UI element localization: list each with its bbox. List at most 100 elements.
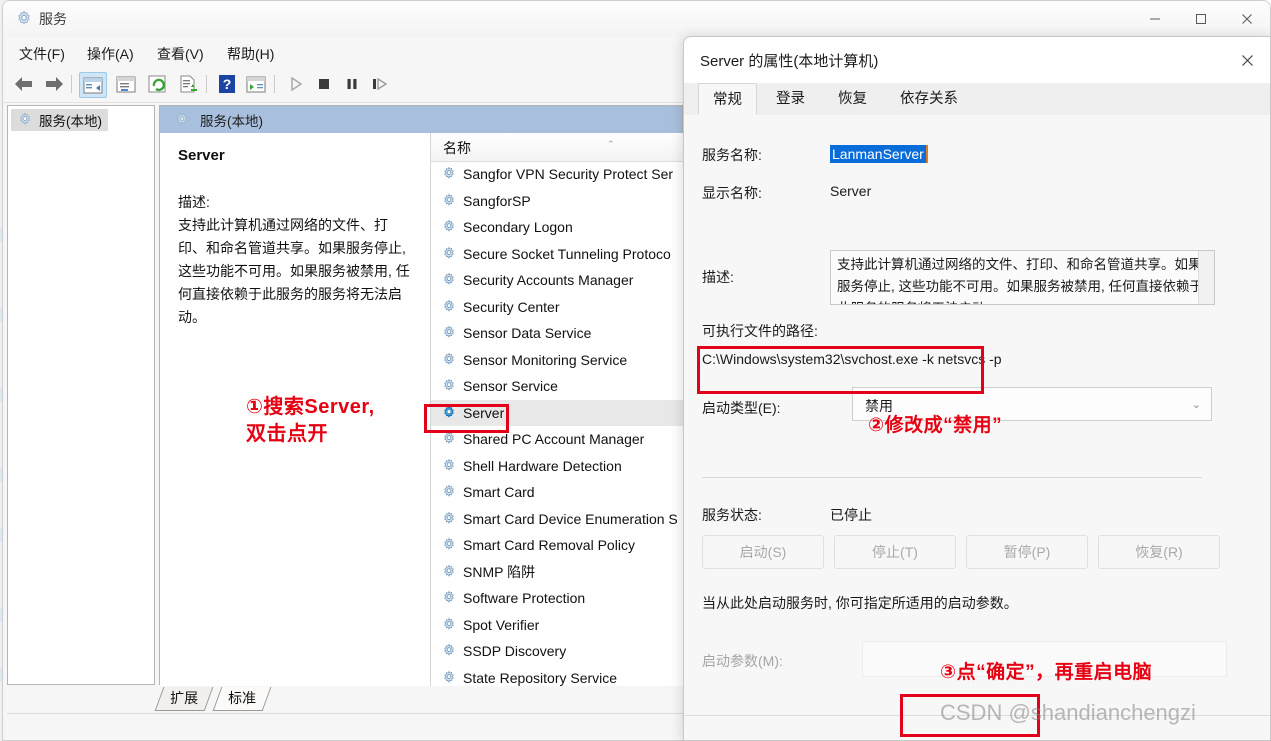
show-hide-console-tree-icon[interactable]	[79, 72, 107, 98]
description-textarea-text: 支持此计算机通过网络的文件、打印、和命名管道共享。如果服务停止, 这些功能不可用…	[837, 257, 1204, 304]
startup-type-label: 启动类型(E):	[702, 400, 781, 416]
window-maximize-button[interactable]	[1178, 1, 1224, 37]
column-header-name: 名称	[443, 140, 471, 156]
list-item[interactable]: Sensor Service	[431, 373, 683, 400]
pause-service-icon[interactable]	[339, 72, 365, 96]
startup-parameters-label: 启动参数(M):	[702, 653, 783, 669]
resume-service-button[interactable]: 恢复(R)	[1098, 535, 1220, 569]
list-item-label: Sensor Data Service	[463, 325, 592, 342]
annotation-step-1: ①搜索Server, 双击点开	[246, 394, 375, 448]
list-item-label: State Repository Service	[463, 669, 618, 686]
list-item[interactable]: Sangfor VPN Security Protect Ser	[431, 161, 683, 188]
service-name-value[interactable]: LanmanServer	[830, 145, 928, 163]
menu-item-view[interactable]: 查看(V)	[151, 41, 210, 67]
list-item[interactable]: SSDP Discovery	[431, 638, 683, 665]
list-item-label: Sensor Service	[463, 378, 558, 395]
stop-service-icon[interactable]	[311, 72, 337, 96]
list-item[interactable]: Secondary Logon	[431, 214, 683, 241]
window-minimize-button[interactable]	[1132, 1, 1178, 37]
list-item-label: Secure Socket Tunneling Protoco	[463, 245, 671, 262]
help-icon[interactable]: ?	[214, 72, 240, 96]
tab-extended-label: 扩展	[170, 690, 199, 706]
stop-service-button[interactable]: 停止(T)	[834, 535, 956, 569]
list-item[interactable]: SangforSP	[431, 188, 683, 215]
tab-extended[interactable]: 扩展	[154, 687, 214, 711]
view-tabs: 扩展 标准	[154, 687, 679, 713]
list-item[interactable]: Smart Card	[431, 479, 683, 506]
service-gear-icon	[441, 272, 457, 288]
list-item[interactable]: Spot Verifier	[431, 612, 683, 639]
list-item[interactable]: Security Accounts Manager	[431, 267, 683, 294]
list-item-label: Smart Card Removal Policy	[463, 537, 635, 554]
refresh-icon[interactable]	[145, 72, 171, 96]
pane-header-title: 服务(本地)	[200, 113, 263, 129]
service-gear-icon	[441, 484, 457, 500]
list-column-header[interactable]: 名称 ⌃	[431, 133, 683, 162]
list-item[interactable]: Software Protection	[431, 585, 683, 612]
forward-icon[interactable]	[41, 72, 67, 96]
list-item[interactable]: SNMP 陷阱	[431, 559, 683, 586]
service-gear-icon	[441, 193, 457, 209]
start-service-icon[interactable]	[283, 72, 309, 96]
properties-icon[interactable]	[113, 72, 139, 96]
executable-path-label: 可执行文件的路径:	[702, 323, 818, 339]
sort-ascending-icon: ⌃	[607, 139, 615, 149]
list-item-label: Secondary Logon	[463, 219, 573, 236]
show-hide-action-pane-icon[interactable]	[243, 72, 269, 96]
tree-node-label: 服务(本地)	[39, 114, 102, 129]
list-item-label: Security Accounts Manager	[463, 272, 634, 289]
start-service-button[interactable]: 启动(S)	[702, 535, 824, 569]
list-item[interactable]: Smart Card Device Enumeration S	[431, 506, 683, 533]
service-gear-icon	[441, 166, 457, 182]
list-item-label: Sensor Monitoring Service	[463, 351, 628, 368]
list-item[interactable]: Sensor Monitoring Service	[431, 347, 683, 374]
list-item-label: Sangfor VPN Security Protect Ser	[463, 166, 674, 183]
description-scrollbar[interactable]	[1198, 251, 1214, 304]
annotation-step-3: ③点“确定”，再重启电脑	[940, 662, 1153, 684]
back-icon[interactable]	[11, 72, 37, 96]
export-list-icon[interactable]	[176, 72, 202, 96]
list-item[interactable]: Shell Hardware Detection	[431, 453, 683, 480]
restart-service-icon[interactable]	[367, 72, 393, 96]
list-item[interactable]: Secure Socket Tunneling Protoco	[431, 241, 683, 268]
service-gear-icon	[441, 643, 457, 659]
list-item-label: Shared PC Account Manager	[463, 431, 645, 448]
list-item-label: SNMP 陷阱	[463, 563, 536, 580]
console-tree-panel: 服务(本地)	[7, 105, 155, 685]
tree-node-services-local[interactable]: 服务(本地)	[11, 109, 108, 131]
tab-standard-label: 标准	[228, 690, 257, 706]
tab-dependencies[interactable]: 依存关系	[886, 83, 972, 115]
selected-service-name: Server	[178, 147, 225, 164]
window-close-button[interactable]	[1224, 1, 1270, 37]
list-item-label: Shell Hardware Detection	[463, 457, 622, 474]
window-title: 服务	[39, 11, 67, 27]
menu-item-help[interactable]: 帮助(H)	[221, 41, 280, 67]
chevron-down-icon: ⌄	[1191, 399, 1201, 411]
tab-standard[interactable]: 标准	[212, 687, 272, 711]
tab-logon[interactable]: 登录	[762, 83, 819, 115]
service-gear-icon	[441, 219, 457, 235]
dialog-close-button[interactable]	[1224, 37, 1270, 83]
tab-general[interactable]: 常规	[698, 83, 757, 115]
list-item[interactable]: Smart Card Removal Policy	[431, 532, 683, 559]
tab-recovery[interactable]: 恢复	[824, 83, 881, 115]
list-item[interactable]: Security Center	[431, 294, 683, 321]
display-name-value: Server	[830, 183, 872, 199]
services-gear-icon	[17, 112, 33, 128]
menu-item-file[interactable]: 文件(F)	[13, 41, 71, 67]
menu-item-action[interactable]: 操作(A)	[81, 41, 140, 67]
dialog-titlebar: Server 的属性(本地计算机)	[684, 37, 1270, 83]
pause-service-button[interactable]: 暂停(P)	[966, 535, 1088, 569]
list-item[interactable]: Sensor Data Service	[431, 320, 683, 347]
list-item-label: SangforSP	[463, 192, 531, 209]
description-textarea[interactable]: 支持此计算机通过网络的文件、打印、和命名管道共享。如果服务停止, 这些功能不可用…	[830, 250, 1215, 305]
list-item[interactable]: State Repository Service	[431, 665, 683, 687]
service-gear-icon	[441, 564, 457, 580]
list-item-label: SSDP Discovery	[463, 643, 567, 660]
description-text: 支持此计算机通过网络的文件、打印、和命名管道共享。如果服务停止, 这些功能不可用…	[178, 217, 410, 325]
window-titlebar: 服务	[3, 1, 1270, 38]
svg-text:?: ?	[223, 76, 232, 92]
services-detail-panel: 服务(本地) Server 描述: 支持此计算机通过网络的文件、打印、和命名管道…	[159, 105, 683, 687]
list-item-label: Smart Card	[463, 484, 535, 501]
service-gear-icon	[441, 431, 457, 447]
